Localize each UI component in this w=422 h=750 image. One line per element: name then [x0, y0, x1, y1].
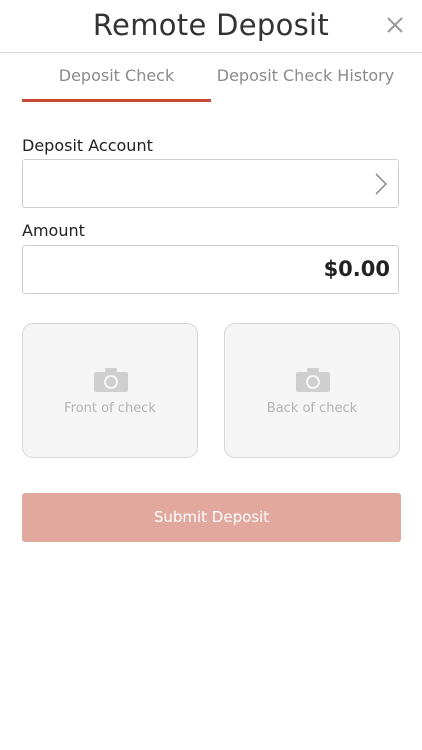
amount-label: Amount [22, 221, 85, 240]
submit-deposit-button[interactable]: Submit Deposit [22, 493, 401, 542]
back-of-check-button[interactable]: Back of check [224, 323, 400, 458]
back-of-check-caption: Back of check [266, 401, 358, 416]
camera-icon [296, 368, 330, 392]
front-of-check-caption: Front of check [64, 401, 156, 416]
amount-field[interactable]: $0.00 [22, 245, 399, 294]
header: Remote Deposit [0, 0, 422, 53]
chevron-right-icon [375, 173, 388, 195]
close-icon[interactable] [384, 14, 406, 36]
front-of-check-button[interactable]: Front of check [22, 323, 198, 458]
active-tab-indicator [22, 99, 211, 102]
tab-deposit-check[interactable]: Deposit Check [22, 66, 211, 102]
page-title: Remote Deposit [92, 8, 330, 42]
tab-deposit-check-history[interactable]: Deposit Check History [211, 66, 400, 102]
amount-value: $0.00 [323, 257, 390, 281]
deposit-account-field[interactable] [22, 159, 399, 208]
deposit-account-label: Deposit Account [22, 136, 153, 155]
camera-icon [94, 368, 128, 392]
